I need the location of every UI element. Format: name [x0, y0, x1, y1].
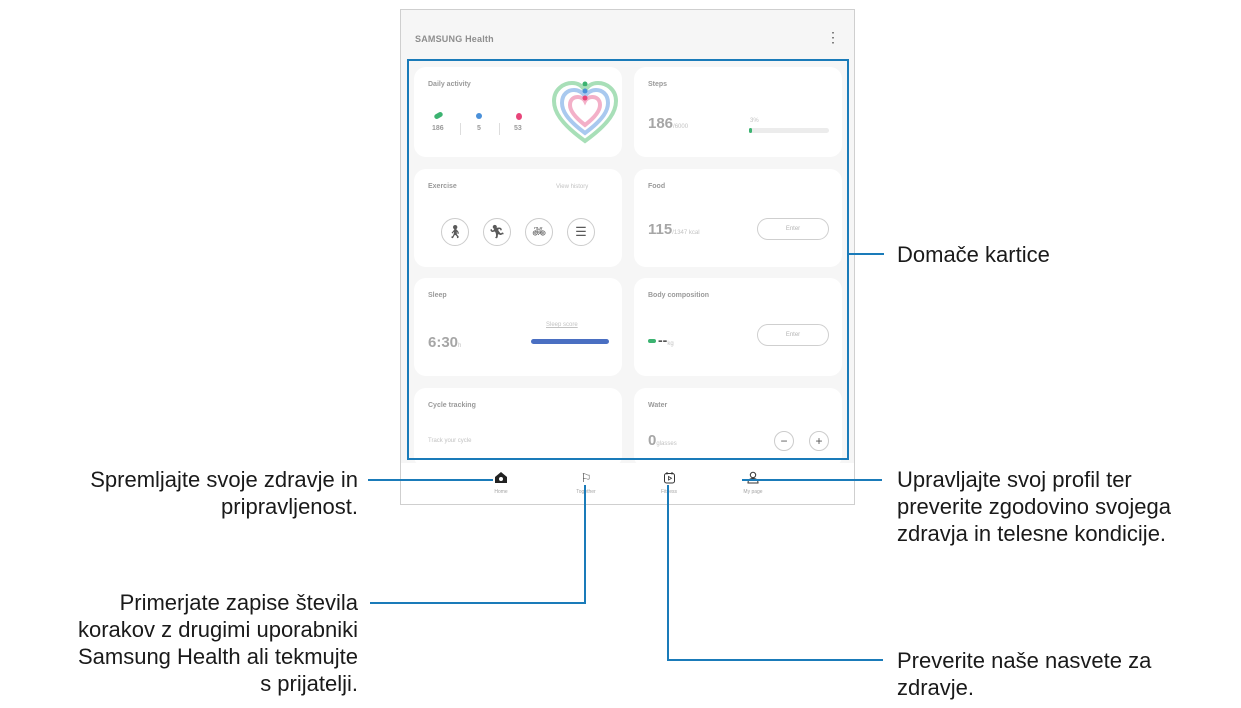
callout-together-line2: korakov z drugimi uporabniki	[77, 617, 358, 642]
callout-line-home-cards	[849, 253, 884, 255]
callout-home-tab: Spremljajte svoje zdravje in pripravljen…	[90, 466, 358, 520]
bottom-navigation: Home ⚐ Together Fitness My page	[401, 463, 854, 504]
callout-together-line1: Primerjate zapise števila	[119, 590, 358, 615]
tab-home-label: Home	[494, 489, 508, 495]
callout-together-line4: s prijatelji.	[260, 671, 358, 696]
home-icon	[471, 471, 531, 485]
callout-line-fitness-v	[667, 485, 669, 661]
more-vert-icon[interactable]: ⋮	[826, 30, 840, 44]
phone-screen: SAMSUNG Health ⋮ Daily activity 186 5 53…	[400, 9, 855, 505]
callout-my-page-line2: preverite zgodovino svojega	[897, 494, 1171, 519]
tab-fitness-label: Fitness	[660, 489, 678, 495]
callout-my-page-line3: zdravja in telesne kondicije.	[897, 521, 1167, 546]
tab-home[interactable]: Home	[471, 471, 531, 495]
callout-line-my-page	[742, 479, 882, 481]
callout-fitness-line2: zdravje.	[897, 675, 975, 700]
callout-home-cards: Domače kartice	[897, 241, 1050, 268]
callout-my-page: Upravljajte svoj profil ter preverite zg…	[897, 466, 1171, 547]
person-icon	[723, 471, 783, 485]
tab-together-label: Together	[576, 489, 596, 495]
flag-icon: ⚐	[580, 471, 592, 485]
app-bar: SAMSUNG Health ⋮	[401, 10, 854, 60]
callout-home-tab-line2: pripravljenost.	[221, 494, 358, 519]
tab-together[interactable]: ⚐ Together	[556, 471, 616, 495]
callout-fitness-line1: Preverite naše nasvete za	[897, 648, 1152, 673]
callout-home-tab-line1: Spremljajte svoje zdravje in	[90, 467, 358, 492]
callout-line-together-v	[584, 485, 586, 604]
callout-line-home-tab	[368, 479, 493, 481]
fitness-icon	[639, 471, 699, 485]
callout-fitness: Preverite naše nasvete za zdravje.	[897, 647, 1151, 701]
callout-together: Primerjate zapise števila korakov z drug…	[78, 589, 358, 697]
callout-home-cards-text: Domače kartice	[897, 242, 1050, 267]
callout-line-together-h	[370, 602, 586, 604]
tab-fitness[interactable]: Fitness	[639, 471, 699, 495]
app-title: SAMSUNG Health	[415, 34, 494, 44]
tab-my-page-label: My page	[743, 489, 763, 495]
tab-my-page[interactable]: My page	[723, 471, 783, 495]
callout-my-page-line1: Upravljajte svoj profil ter	[897, 467, 1132, 492]
callout-line-fitness-h	[667, 659, 883, 661]
callout-together-line3: Samsung Health ali tekmujte	[77, 644, 358, 669]
home-cards-highlight	[407, 59, 849, 460]
